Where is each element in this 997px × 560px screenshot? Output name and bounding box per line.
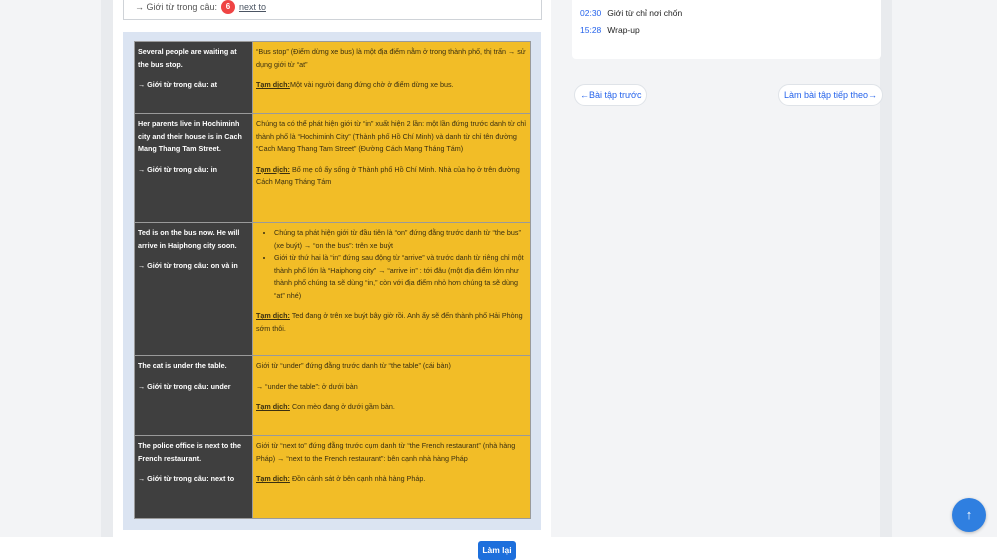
preposition-note: → Giới từ trong câu: at (138, 80, 217, 89)
preposition-note: → Giới từ trong câu: next to (138, 474, 235, 483)
explanation-bullets: Chúng ta phát hiện giới từ đầu tiên là “… (256, 227, 527, 302)
english-sentence-cell: The cat is under the table. → Giới từ tro… (134, 355, 253, 436)
answer-prefix: → Giới từ trong câu: (135, 2, 217, 12)
side-column (551, 0, 892, 537)
english-sentence: The police office is next to the French … (138, 441, 242, 463)
vietnamese-explanation-cell: Giới từ “next to” đứng đằng trước cụm da… (252, 435, 531, 519)
translation: Tạm dịch:Một vài người đang đứng chờ ở đ… (256, 79, 527, 92)
explanation-panel: Several people are waiting at the bus st… (123, 32, 541, 530)
translation-label: Tạm dịch: (256, 402, 290, 411)
vietnamese-explanation-cell: Chúng ta phát hiện giới từ đầu tiên là “… (252, 222, 531, 356)
explanation-table: Several people are waiting at the bus st… (134, 41, 531, 519)
preposition-note: → Giới từ trong câu: under (138, 381, 231, 391)
vietnamese-explanation-cell: “Bus stop” (Điểm dừng xe bus) là một địa… (252, 41, 531, 114)
english-sentence-cell: The police office is next to the French … (134, 435, 253, 519)
explanation-bullet: Chúng ta phát hiện giới từ đầu tiên là “… (274, 227, 527, 252)
translation-text: Bố mẹ cô ấy sống ở Thành phố Hồ Chí Minh… (256, 164, 520, 187)
translation-label: Tạm dịch: (256, 164, 290, 174)
english-sentence-cell: Ted is on the bus now. He will arrive in… (134, 222, 253, 356)
english-sentence-cell: Several people are waiting at the bus st… (134, 41, 253, 114)
agenda-time[interactable]: 02:30 (580, 8, 601, 18)
english-sentence-cell: Her parents live in Hochiminh city and t… (134, 113, 253, 223)
explanation-row: The police office is next to the French … (134, 435, 531, 519)
scroll-to-top-button[interactable]: ↑ (952, 498, 986, 532)
translation-text: Một vài người đang đứng chờ ở điểm dừng … (289, 80, 454, 89)
preposition-note: → Giới từ trong câu: on và in (138, 261, 238, 270)
explanation-text: → “under the table”: ở dưới bàn (256, 381, 358, 391)
agenda-item[interactable]: 02:30 Giới từ chỉ nơi chốn (580, 8, 682, 18)
translation-label: Tạm dịch: (256, 474, 290, 483)
answer-line: → Giới từ trong câu: 6 next to (135, 0, 266, 14)
translation: Tạm dịch: Ted đang ở trên xe buýt bây gi… (256, 310, 527, 335)
explanation-text: Giới từ “next to” đứng đằng trước cụm da… (256, 441, 516, 463)
explanation-row: The cat is under the table. → Giới từ tro… (134, 355, 531, 436)
translation: Tạm dịch: Bố mẹ cô ấy sống ở Thành phố H… (256, 164, 527, 189)
translation-label: Tạm dịch: (256, 311, 290, 320)
translation: Tạm dịch: Con mèo đang ở dưới gầm bàn. (256, 401, 527, 414)
question-number-badge: 6 (220, 0, 235, 14)
english-sentence: Ted is on the bus now. He will arrive in… (138, 228, 240, 250)
vietnamese-explanation-cell: Giới từ “under” đứng đằng trước danh từ … (252, 355, 531, 436)
next-exercise-button[interactable]: Làm bài tập tiếp theo→ (778, 84, 884, 106)
translation-text: Ted đang ở trên xe buýt bây giờ rồi. Anh… (256, 311, 523, 333)
explanation-text: Chúng ta có thể phát hiện giới từ “in” x… (256, 119, 527, 153)
video-agenda-card: 02:30 Giới từ chỉ nơi chốn 15:28 Wrap-up (572, 0, 881, 59)
english-sentence: Several people are waiting at the bus st… (138, 47, 237, 69)
translation-label: Tạm dịch: (256, 80, 290, 89)
vietnamese-explanation-cell: Chúng ta có thể phát hiện giới từ “in” x… (252, 113, 531, 223)
translation-text: Đồn cảnh sát ở bên cạnh nhà hàng Pháp. (289, 474, 426, 483)
explanation-text: “Bus stop” (Điểm dừng xe bus) là một địa… (256, 47, 526, 69)
explanation-text: Giới từ “under” đứng đằng trước danh từ … (256, 361, 451, 370)
redo-button[interactable]: Làm lại (478, 541, 516, 560)
agenda-item[interactable]: 15:28 Wrap-up (580, 25, 640, 35)
translation: Tạm dịch: Đồn cảnh sát ở bên cạnh nhà hà… (256, 473, 527, 486)
prev-exercise-button[interactable]: ←Bài tập trước (574, 84, 648, 106)
previous-answer-box: → Giới từ trong câu: 6 next to (123, 0, 542, 20)
agenda-time[interactable]: 15:28 (580, 25, 601, 35)
english-sentence: The cat is under the table. (138, 361, 227, 370)
answer-link[interactable]: next to (239, 2, 266, 12)
agenda-label: Giới từ chỉ nơi chốn (607, 8, 683, 18)
preposition-note: → Giới từ trong câu: in (138, 164, 217, 174)
explanation-row: Her parents live in Hochiminh city and t… (134, 113, 531, 223)
right-gutter (880, 0, 892, 537)
arrow-up-icon: ↑ (965, 507, 973, 522)
translation-text: Con mèo đang ở dưới gầm bàn. (289, 402, 395, 411)
agenda-label: Wrap-up (607, 25, 640, 35)
english-sentence: Her parents live in Hochiminh city and t… (138, 119, 242, 153)
explanation-row: Ted is on the bus now. He will arrive in… (134, 222, 531, 356)
explanation-bullet: Giới từ thứ hai là “in” đứng sau động từ… (274, 252, 527, 302)
left-gutter (101, 0, 113, 537)
explanation-row: Several people are waiting at the bus st… (134, 41, 531, 114)
